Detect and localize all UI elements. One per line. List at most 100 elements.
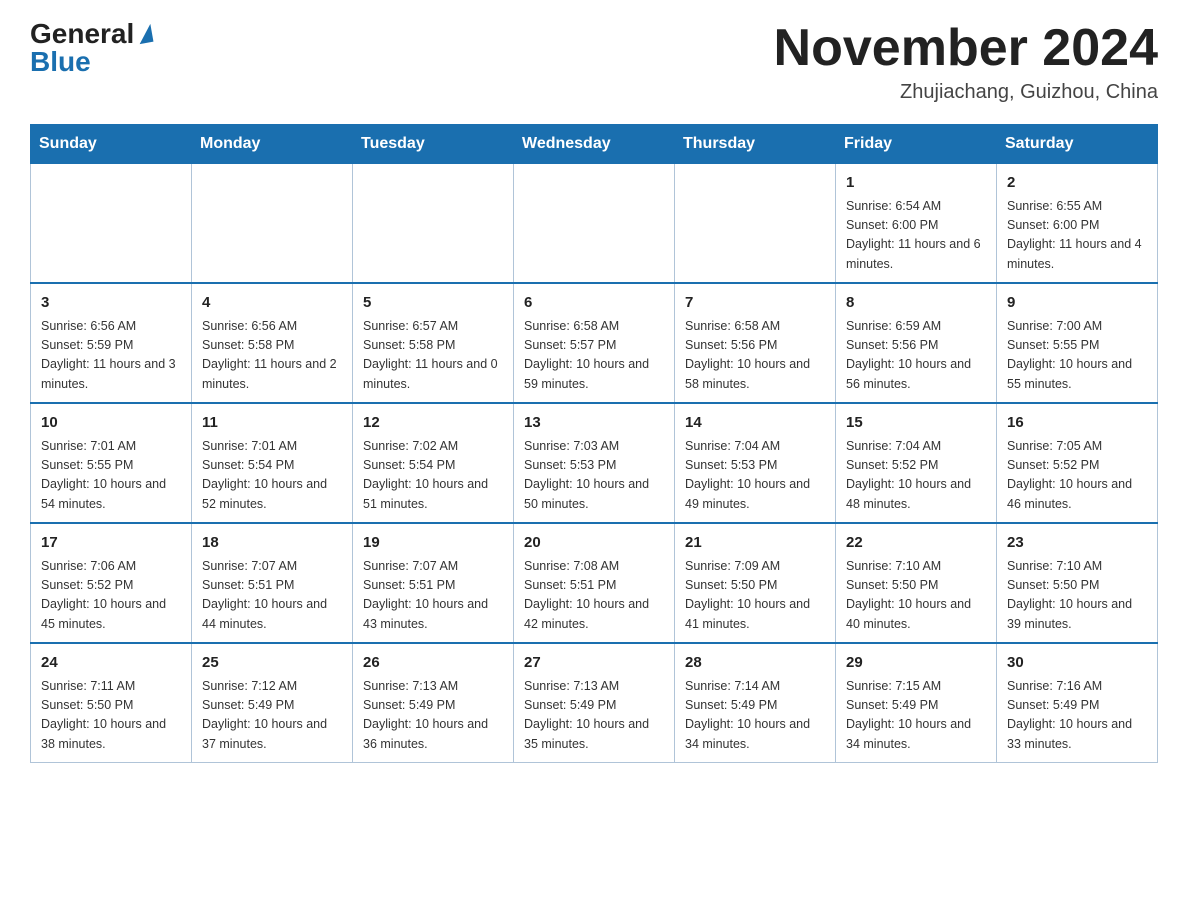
calendar-cell: 1Sunrise: 6:54 AMSunset: 6:00 PMDaylight…	[836, 164, 997, 284]
calendar-cell	[353, 164, 514, 284]
calendar-cell: 17Sunrise: 7:06 AMSunset: 5:52 PMDayligh…	[31, 523, 192, 643]
day-info: Sunrise: 6:56 AMSunset: 5:59 PMDaylight:…	[41, 317, 181, 395]
calendar-cell: 28Sunrise: 7:14 AMSunset: 5:49 PMDayligh…	[675, 643, 836, 763]
day-info: Sunrise: 6:58 AMSunset: 5:56 PMDaylight:…	[685, 317, 825, 395]
calendar-cell: 29Sunrise: 7:15 AMSunset: 5:49 PMDayligh…	[836, 643, 997, 763]
calendar-cell: 26Sunrise: 7:13 AMSunset: 5:49 PMDayligh…	[353, 643, 514, 763]
logo-blue-text: Blue	[30, 48, 91, 76]
day-info: Sunrise: 7:04 AMSunset: 5:52 PMDaylight:…	[846, 437, 986, 515]
day-info: Sunrise: 7:06 AMSunset: 5:52 PMDaylight:…	[41, 557, 181, 635]
day-number: 17	[41, 532, 181, 555]
calendar-header-row: SundayMondayTuesdayWednesdayThursdayFrid…	[31, 125, 1158, 164]
day-number: 24	[41, 652, 181, 675]
calendar-cell: 10Sunrise: 7:01 AMSunset: 5:55 PMDayligh…	[31, 403, 192, 523]
calendar-cell: 15Sunrise: 7:04 AMSunset: 5:52 PMDayligh…	[836, 403, 997, 523]
day-number: 25	[202, 652, 342, 675]
month-title: November 2024	[774, 20, 1158, 77]
day-info: Sunrise: 7:15 AMSunset: 5:49 PMDaylight:…	[846, 677, 986, 755]
day-info: Sunrise: 7:09 AMSunset: 5:50 PMDaylight:…	[685, 557, 825, 635]
title-block: November 2024 Zhujiachang, Guizhou, Chin…	[774, 20, 1158, 104]
day-number: 29	[846, 652, 986, 675]
calendar-week-row: 24Sunrise: 7:11 AMSunset: 5:50 PMDayligh…	[31, 643, 1158, 763]
day-number: 4	[202, 292, 342, 315]
logo-triangle-icon	[137, 24, 154, 44]
day-number: 26	[363, 652, 503, 675]
day-number: 28	[685, 652, 825, 675]
day-info: Sunrise: 7:07 AMSunset: 5:51 PMDaylight:…	[202, 557, 342, 635]
day-number: 20	[524, 532, 664, 555]
calendar-cell: 12Sunrise: 7:02 AMSunset: 5:54 PMDayligh…	[353, 403, 514, 523]
location: Zhujiachang, Guizhou, China	[774, 81, 1158, 104]
calendar-cell: 16Sunrise: 7:05 AMSunset: 5:52 PMDayligh…	[997, 403, 1158, 523]
calendar-table: SundayMondayTuesdayWednesdayThursdayFrid…	[30, 124, 1158, 763]
calendar-cell: 20Sunrise: 7:08 AMSunset: 5:51 PMDayligh…	[514, 523, 675, 643]
day-info: Sunrise: 6:56 AMSunset: 5:58 PMDaylight:…	[202, 317, 342, 395]
calendar-cell: 4Sunrise: 6:56 AMSunset: 5:58 PMDaylight…	[192, 283, 353, 403]
calendar-cell: 7Sunrise: 6:58 AMSunset: 5:56 PMDaylight…	[675, 283, 836, 403]
day-number: 7	[685, 292, 825, 315]
day-number: 23	[1007, 532, 1147, 555]
calendar-cell: 2Sunrise: 6:55 AMSunset: 6:00 PMDaylight…	[997, 164, 1158, 284]
day-number: 27	[524, 652, 664, 675]
day-number: 5	[363, 292, 503, 315]
day-number: 8	[846, 292, 986, 315]
day-number: 14	[685, 412, 825, 435]
day-info: Sunrise: 6:57 AMSunset: 5:58 PMDaylight:…	[363, 317, 503, 395]
weekday-header-friday: Friday	[836, 125, 997, 164]
day-number: 12	[363, 412, 503, 435]
calendar-cell: 9Sunrise: 7:00 AMSunset: 5:55 PMDaylight…	[997, 283, 1158, 403]
day-info: Sunrise: 7:01 AMSunset: 5:54 PMDaylight:…	[202, 437, 342, 515]
day-number: 3	[41, 292, 181, 315]
calendar-week-row: 1Sunrise: 6:54 AMSunset: 6:00 PMDaylight…	[31, 164, 1158, 284]
weekday-header-saturday: Saturday	[997, 125, 1158, 164]
day-info: Sunrise: 6:55 AMSunset: 6:00 PMDaylight:…	[1007, 197, 1147, 275]
day-info: Sunrise: 7:00 AMSunset: 5:55 PMDaylight:…	[1007, 317, 1147, 395]
day-info: Sunrise: 7:16 AMSunset: 5:49 PMDaylight:…	[1007, 677, 1147, 755]
calendar-cell: 24Sunrise: 7:11 AMSunset: 5:50 PMDayligh…	[31, 643, 192, 763]
day-number: 2	[1007, 172, 1147, 195]
day-number: 11	[202, 412, 342, 435]
day-number: 13	[524, 412, 664, 435]
day-info: Sunrise: 6:58 AMSunset: 5:57 PMDaylight:…	[524, 317, 664, 395]
calendar-cell	[675, 164, 836, 284]
day-info: Sunrise: 7:01 AMSunset: 5:55 PMDaylight:…	[41, 437, 181, 515]
day-number: 15	[846, 412, 986, 435]
day-number: 6	[524, 292, 664, 315]
calendar-cell: 13Sunrise: 7:03 AMSunset: 5:53 PMDayligh…	[514, 403, 675, 523]
weekday-header-tuesday: Tuesday	[353, 125, 514, 164]
day-number: 22	[846, 532, 986, 555]
weekday-header-sunday: Sunday	[31, 125, 192, 164]
calendar-cell: 11Sunrise: 7:01 AMSunset: 5:54 PMDayligh…	[192, 403, 353, 523]
day-info: Sunrise: 7:07 AMSunset: 5:51 PMDaylight:…	[363, 557, 503, 635]
day-number: 21	[685, 532, 825, 555]
calendar-cell: 6Sunrise: 6:58 AMSunset: 5:57 PMDaylight…	[514, 283, 675, 403]
calendar-cell: 14Sunrise: 7:04 AMSunset: 5:53 PMDayligh…	[675, 403, 836, 523]
day-info: Sunrise: 6:54 AMSunset: 6:00 PMDaylight:…	[846, 197, 986, 275]
day-number: 16	[1007, 412, 1147, 435]
calendar-cell: 3Sunrise: 6:56 AMSunset: 5:59 PMDaylight…	[31, 283, 192, 403]
day-info: Sunrise: 7:11 AMSunset: 5:50 PMDaylight:…	[41, 677, 181, 755]
day-info: Sunrise: 7:05 AMSunset: 5:52 PMDaylight:…	[1007, 437, 1147, 515]
day-info: Sunrise: 7:10 AMSunset: 5:50 PMDaylight:…	[1007, 557, 1147, 635]
calendar-cell: 19Sunrise: 7:07 AMSunset: 5:51 PMDayligh…	[353, 523, 514, 643]
day-info: Sunrise: 7:14 AMSunset: 5:49 PMDaylight:…	[685, 677, 825, 755]
day-info: Sunrise: 7:03 AMSunset: 5:53 PMDaylight:…	[524, 437, 664, 515]
calendar-week-row: 3Sunrise: 6:56 AMSunset: 5:59 PMDaylight…	[31, 283, 1158, 403]
calendar-cell: 30Sunrise: 7:16 AMSunset: 5:49 PMDayligh…	[997, 643, 1158, 763]
day-info: Sunrise: 7:13 AMSunset: 5:49 PMDaylight:…	[524, 677, 664, 755]
day-number: 1	[846, 172, 986, 195]
page-header: General Blue November 2024 Zhujiachang, …	[30, 20, 1158, 104]
calendar-cell	[31, 164, 192, 284]
day-info: Sunrise: 6:59 AMSunset: 5:56 PMDaylight:…	[846, 317, 986, 395]
day-info: Sunrise: 7:12 AMSunset: 5:49 PMDaylight:…	[202, 677, 342, 755]
day-info: Sunrise: 7:08 AMSunset: 5:51 PMDaylight:…	[524, 557, 664, 635]
weekday-header-thursday: Thursday	[675, 125, 836, 164]
day-info: Sunrise: 7:10 AMSunset: 5:50 PMDaylight:…	[846, 557, 986, 635]
calendar-cell: 23Sunrise: 7:10 AMSunset: 5:50 PMDayligh…	[997, 523, 1158, 643]
calendar-cell: 8Sunrise: 6:59 AMSunset: 5:56 PMDaylight…	[836, 283, 997, 403]
logo-general-text: General	[30, 20, 152, 48]
weekday-header-wednesday: Wednesday	[514, 125, 675, 164]
calendar-cell: 21Sunrise: 7:09 AMSunset: 5:50 PMDayligh…	[675, 523, 836, 643]
day-number: 9	[1007, 292, 1147, 315]
calendar-week-row: 10Sunrise: 7:01 AMSunset: 5:55 PMDayligh…	[31, 403, 1158, 523]
